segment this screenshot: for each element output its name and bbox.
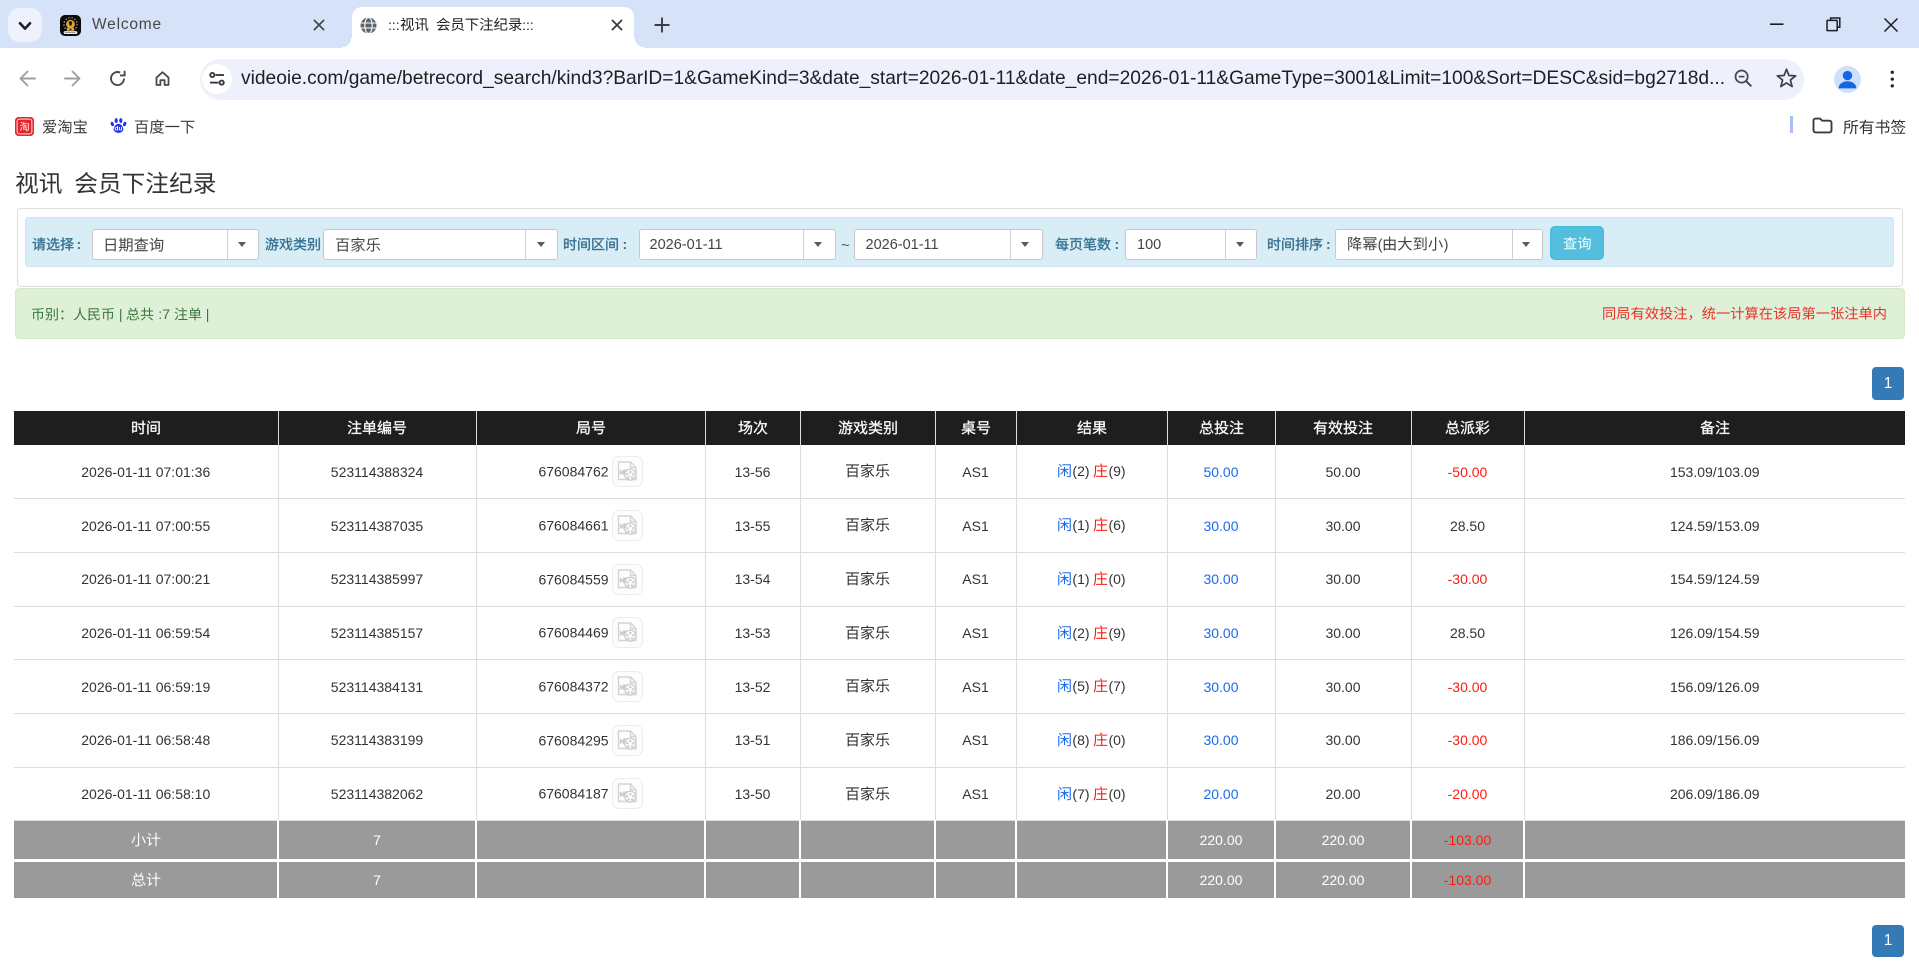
svg-text:du: du	[115, 126, 123, 133]
